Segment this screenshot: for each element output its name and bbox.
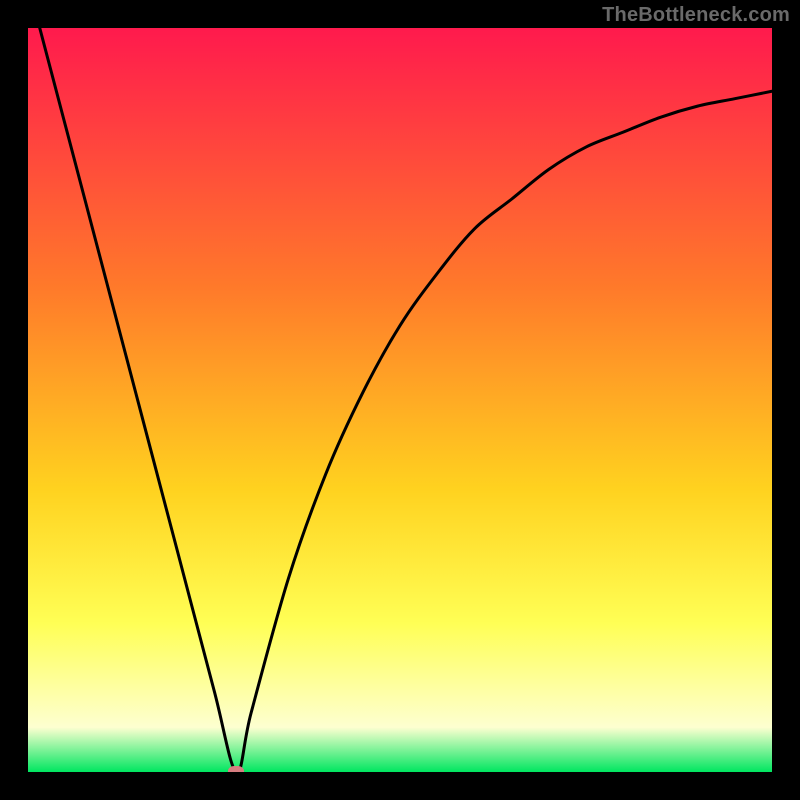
chart-svg <box>28 28 772 772</box>
watermark-text: TheBottleneck.com <box>602 4 790 27</box>
chart-stage: TheBottleneck.com <box>0 0 800 800</box>
optimal-point-marker <box>228 766 244 772</box>
gradient-background <box>28 28 772 772</box>
plot-area <box>28 28 772 772</box>
